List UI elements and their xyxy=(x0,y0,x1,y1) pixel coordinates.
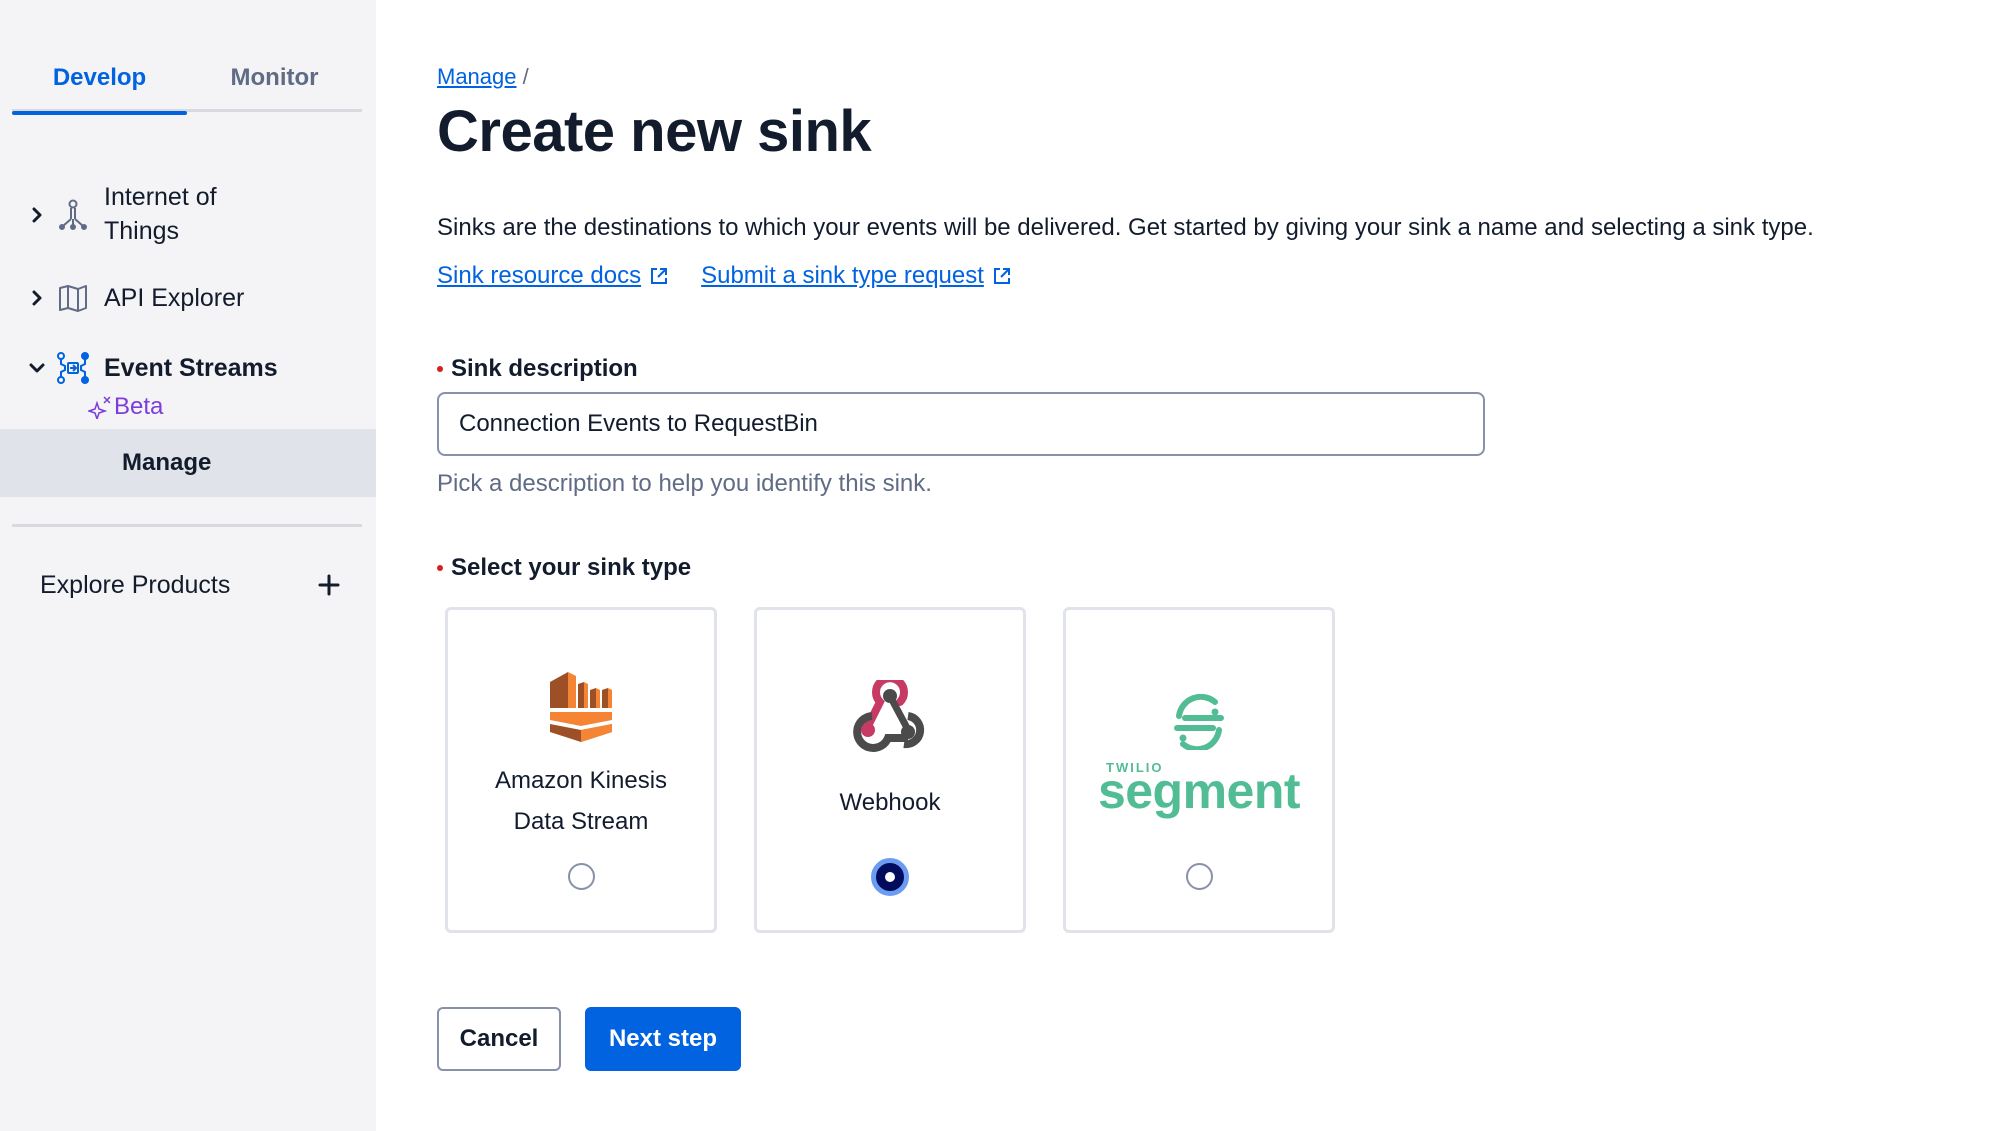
sink-type-label: Select your sink type xyxy=(437,554,691,582)
sidebar: Develop Monitor Internet of Things API E… xyxy=(0,0,376,1131)
segment-mark-icon xyxy=(1174,694,1224,750)
sink-option-kinesis[interactable]: Amazon Kinesis Data Stream xyxy=(445,607,717,933)
sink-option-webhook[interactable]: Webhook xyxy=(754,607,1026,933)
sink-description-label: Sink description xyxy=(437,355,638,383)
sink-description-input[interactable] xyxy=(437,392,1485,456)
sink-type-options: Amazon Kinesis Data Stream Webhook TWILI… xyxy=(445,607,1335,933)
required-indicator xyxy=(437,366,443,372)
sink-option-radio[interactable] xyxy=(568,863,595,890)
chevron-down-icon[interactable] xyxy=(28,359,46,377)
sink-option-label: Webhook xyxy=(839,789,941,816)
segment-wordmark: segment xyxy=(1097,763,1301,819)
sink-resource-docs-link[interactable]: Sink resource docs xyxy=(437,262,669,290)
external-link-icon xyxy=(993,268,1010,284)
kinesis-logo xyxy=(448,666,714,742)
sink-option-label: Data Stream xyxy=(513,808,649,835)
map-icon xyxy=(56,281,90,315)
sidebar-item-label: Things xyxy=(104,217,180,245)
link-label: Submit a sink type request xyxy=(701,262,984,289)
sidebar-item-api-explorer[interactable]: API Explorer xyxy=(0,280,376,316)
sink-description-help: Pick a description to help you identify … xyxy=(437,470,932,497)
sidebar-item-internet-of-things[interactable]: Internet of Things xyxy=(0,180,376,250)
tab-develop[interactable]: Develop xyxy=(12,44,187,115)
app-root: Develop Monitor Internet of Things API E… xyxy=(0,0,1999,1131)
event-streams-icon xyxy=(56,351,90,385)
field-label-text: Sink description xyxy=(451,355,638,382)
sink-option-segment[interactable]: TWILIO segment xyxy=(1063,607,1335,933)
sink-option-label: Amazon Kinesis xyxy=(494,767,668,794)
sparkle-icon xyxy=(88,396,111,419)
sidebar-tabs: Develop Monitor xyxy=(12,44,362,115)
chevron-right-icon[interactable] xyxy=(28,206,46,224)
page-title: Create new sink xyxy=(437,99,872,164)
sink-option-radio-selected[interactable] xyxy=(871,858,909,896)
sidebar-item-label: API Explorer xyxy=(104,284,245,312)
explore-products-label: Explore Products xyxy=(40,570,231,599)
segment-logo xyxy=(1066,694,1332,750)
next-step-button[interactable]: Next step xyxy=(585,1007,741,1071)
sidebar-item-manage[interactable]: Manage xyxy=(0,429,376,497)
required-indicator xyxy=(437,565,443,571)
explore-products-button[interactable]: Explore Products xyxy=(40,565,340,605)
sidebar-divider xyxy=(12,524,362,527)
external-link-icon xyxy=(651,268,668,284)
plus-icon[interactable] xyxy=(318,574,340,596)
field-label-text: Select your sink type xyxy=(451,554,692,581)
sidebar-item-label: Event Streams xyxy=(104,354,278,382)
sidebar-item-event-streams[interactable]: Event Streams xyxy=(0,350,376,386)
link-label: Sink resource docs xyxy=(437,262,642,289)
sidebar-item-label: Internet of xyxy=(104,183,217,211)
breadcrumb-manage-link[interactable]: Manage xyxy=(437,64,517,89)
cancel-button[interactable]: Cancel xyxy=(437,1007,561,1071)
resource-links: Sink resource docs Submit a sink type re… xyxy=(437,262,1012,290)
sidebar-item-label: Manage xyxy=(122,449,212,476)
webhook-logo xyxy=(757,680,1023,752)
page-description: Sinks are the destinations to which your… xyxy=(437,214,1814,241)
sink-option-radio[interactable] xyxy=(1186,863,1213,890)
submit-sink-type-request-link[interactable]: Submit a sink type request xyxy=(701,262,1012,290)
breadcrumb: Manage / xyxy=(437,64,529,90)
beta-badge: Beta xyxy=(88,393,163,421)
breadcrumb-separator: / xyxy=(522,64,529,89)
chevron-right-icon[interactable] xyxy=(28,289,46,307)
iot-icon xyxy=(56,198,90,232)
beta-label: Beta xyxy=(114,393,164,420)
tab-monitor[interactable]: Monitor xyxy=(187,44,362,112)
